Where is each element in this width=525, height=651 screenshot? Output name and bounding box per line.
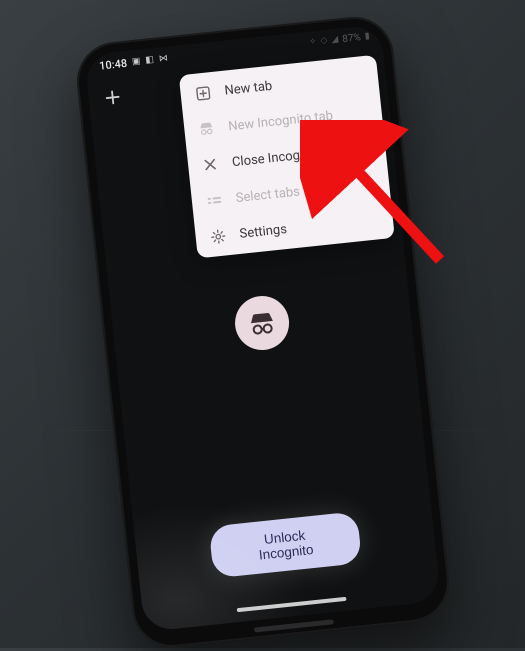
menu-item-label: New tab	[224, 78, 273, 98]
incognito-icon	[198, 120, 216, 138]
select-icon	[205, 192, 223, 210]
new-tab-icon	[194, 84, 212, 102]
phone-speaker	[254, 619, 334, 632]
plus-icon	[103, 88, 123, 108]
phone-screen: 10:48 ▣ ◧ ⋈ ✧ ◇ ◢ 87% ▮ New tab	[84, 24, 441, 632]
gear-icon	[209, 227, 227, 245]
battery-text: 87%	[342, 32, 362, 45]
phone-body: 10:48 ▣ ◧ ⋈ ✧ ◇ ◢ 87% ▮ New tab	[73, 13, 453, 651]
menu-item-label: Select tabs	[235, 184, 301, 206]
vibrate-icon: ✧	[309, 38, 317, 48]
new-tab-button[interactable]	[97, 82, 128, 113]
clock: 10:48	[99, 57, 128, 73]
battery-icon: ▮	[364, 32, 370, 41]
status-bar-right: ✧ ◇ ◢ 87% ▮	[309, 31, 371, 48]
notif-icon: ▣	[132, 57, 141, 67]
status-bar-left: 10:48 ▣ ◧ ⋈	[99, 52, 169, 72]
notif-icon: ⋈	[158, 54, 168, 64]
menu-item-label: Settings	[239, 221, 288, 241]
menu-item-label: Close Incognito tabs	[231, 142, 350, 169]
wifi-icon: ◇	[320, 37, 328, 47]
overflow-menu: New tab New Incognito tab Close Incognit…	[179, 55, 395, 259]
unlock-incognito-button[interactable]: Unlock Incognito	[209, 511, 363, 578]
incognito-icon	[247, 308, 278, 339]
signal-icon: ◢	[331, 36, 339, 46]
close-icon	[201, 156, 219, 174]
gesture-nav-bar[interactable]	[237, 597, 347, 612]
incognito-badge	[232, 293, 291, 352]
unlock-label: Unlock Incognito	[258, 528, 314, 563]
menu-item-label: New Incognito tab	[228, 108, 334, 134]
notif-icon: ◧	[145, 56, 154, 66]
